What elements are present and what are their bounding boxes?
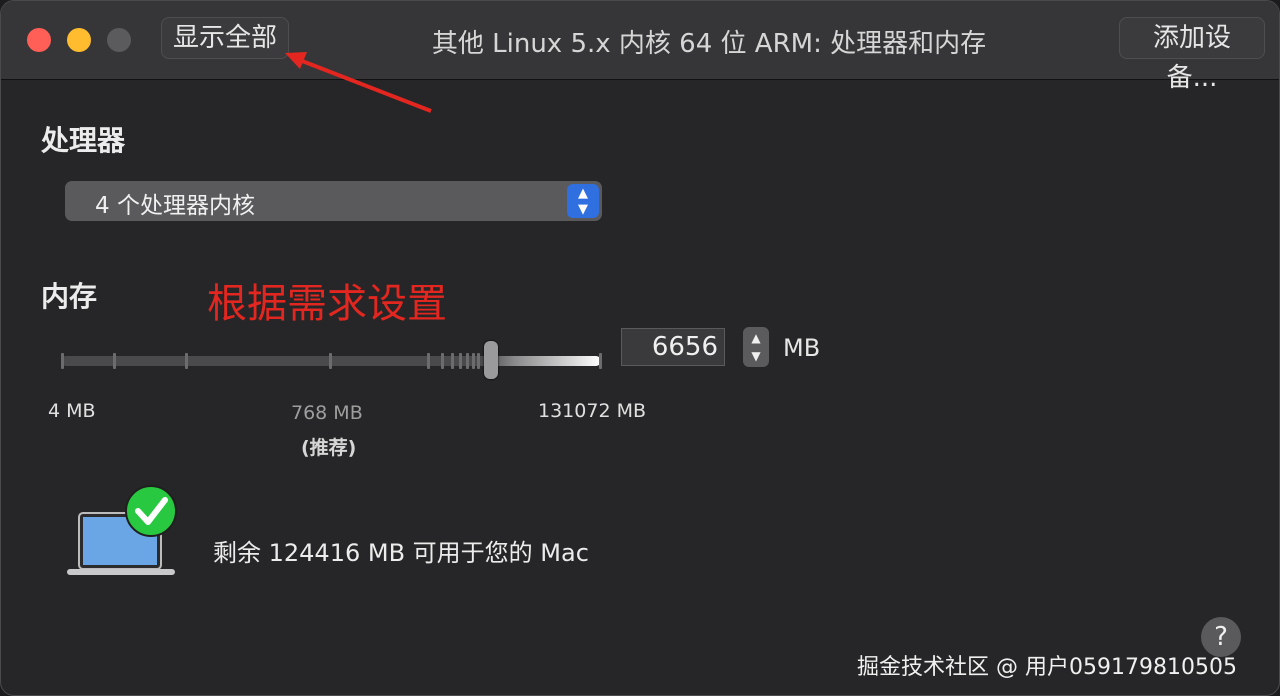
slider-tick	[329, 353, 332, 369]
up-down-chevron-icon: ▲ ▼	[567, 184, 599, 218]
slider-tick	[185, 353, 188, 369]
memory-stepper[interactable]: ▲ ▼	[743, 327, 769, 367]
memory-slider[interactable]	[61, 341, 603, 381]
slider-tick	[113, 353, 116, 369]
slider-tick	[466, 353, 469, 369]
slider-thumb[interactable]	[484, 341, 498, 379]
processor-count-value: 4 个处理器内核	[95, 193, 255, 219]
slider-tick	[472, 353, 475, 369]
recommended-memory-label: 768 MB	[291, 402, 363, 424]
slider-tick	[451, 353, 454, 369]
slider-tick	[477, 353, 480, 369]
min-memory-label: 4 MB	[48, 400, 96, 422]
annotation-text: 根据需求设置	[207, 281, 447, 327]
slider-tick	[441, 353, 444, 369]
memory-value-input[interactable]: 6656	[621, 328, 725, 366]
laptop-check-icon	[67, 485, 177, 575]
available-memory-text: 剩余 124416 MB 可用于您的 Mac	[213, 539, 589, 567]
slider-tick	[459, 353, 462, 369]
memory-section-label: 内存	[41, 280, 98, 313]
memory-unit: MB	[783, 334, 821, 362]
watermark: 掘金技术社区 @ 用户059179810505	[857, 655, 1237, 680]
max-memory-label: 131072 MB	[538, 400, 646, 422]
settings-window: 显示全部 其他 Linux 5.x 内核 64 位 ARM: 处理器和内存 添加…	[0, 0, 1280, 696]
slider-tick	[427, 353, 430, 369]
slider-tick	[61, 353, 64, 369]
processor-section-label: 处理器	[41, 124, 126, 157]
processor-count-select[interactable]: 4 个处理器内核 ▲ ▼	[65, 181, 602, 221]
recommended-note: (推荐)	[301, 437, 357, 459]
slider-tick	[599, 353, 602, 369]
